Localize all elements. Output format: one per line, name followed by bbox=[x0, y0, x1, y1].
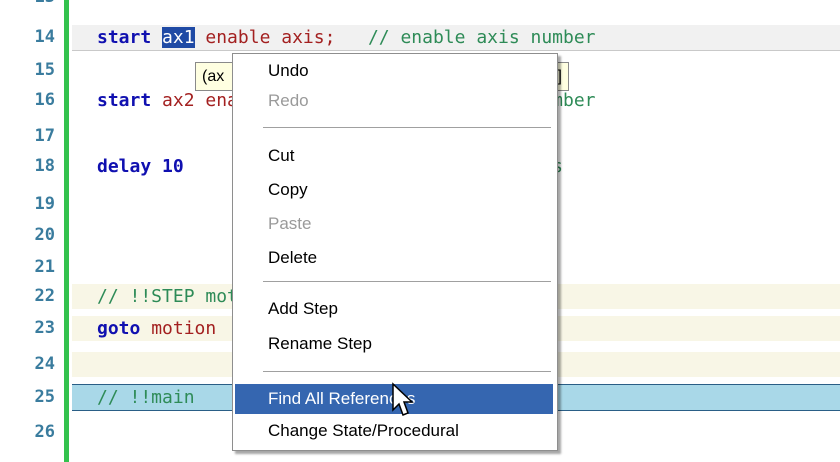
code-token: enable axis; bbox=[194, 27, 336, 48]
menu-item-rename-step[interactable]: Rename Step bbox=[235, 329, 553, 359]
line-number: 18 bbox=[34, 156, 55, 176]
code-text: goto motion bbox=[97, 316, 216, 341]
code-line[interactable]: 14 start ax1 enable axis; // enable axis … bbox=[35, 25, 840, 51]
menu-item-add-step[interactable]: Add Step bbox=[235, 294, 553, 324]
line-number: 24 bbox=[34, 354, 55, 374]
line-number: 17 bbox=[34, 126, 55, 146]
code-token: start bbox=[97, 27, 163, 48]
code-line-partial: 13 bbox=[0, 0, 840, 10]
menu-separator bbox=[263, 371, 551, 373]
line-number: 23 bbox=[34, 318, 55, 338]
menu-item-paste: Paste bbox=[268, 214, 312, 233]
line-number: 20 bbox=[34, 225, 55, 245]
menu-item-copy[interactable]: Copy bbox=[235, 175, 553, 205]
code-token: ax2 bbox=[162, 90, 195, 111]
code-token: start bbox=[97, 90, 163, 111]
line-number: 22 bbox=[34, 286, 55, 306]
line-number: 26 bbox=[34, 422, 55, 442]
menu-item-undo[interactable]: Undo bbox=[235, 56, 553, 86]
line-number: 15 bbox=[34, 60, 55, 80]
line-number: 16 bbox=[34, 90, 55, 110]
code-token: delay bbox=[97, 156, 163, 177]
mouse-pointer-icon bbox=[392, 382, 414, 416]
code-token: motion bbox=[151, 318, 217, 339]
code-token: // enable axis number bbox=[335, 27, 596, 48]
menu-item-redo: Redo bbox=[268, 91, 309, 110]
menu-separator bbox=[263, 281, 551, 283]
code-text: // !!main bbox=[97, 385, 195, 410]
tooltip-left-text: (ax bbox=[202, 68, 225, 85]
line-number: 25 bbox=[34, 387, 55, 407]
menu-item-delete[interactable]: Delete bbox=[235, 243, 553, 273]
line-number: 13 bbox=[0, 0, 55, 10]
line-number: 14 bbox=[34, 27, 55, 47]
code-token: 10 bbox=[162, 156, 184, 177]
line-number: 21 bbox=[34, 257, 55, 277]
menu-separator bbox=[263, 127, 551, 129]
line-number: 19 bbox=[34, 194, 55, 214]
code-token: goto bbox=[97, 318, 152, 339]
menu-item-cut[interactable]: Cut bbox=[235, 141, 553, 171]
code-text: start ax1 enable axis; // enable axis nu… bbox=[97, 25, 596, 50]
selected-token: ax1 bbox=[162, 27, 195, 48]
code-token: // !!main bbox=[97, 387, 195, 408]
